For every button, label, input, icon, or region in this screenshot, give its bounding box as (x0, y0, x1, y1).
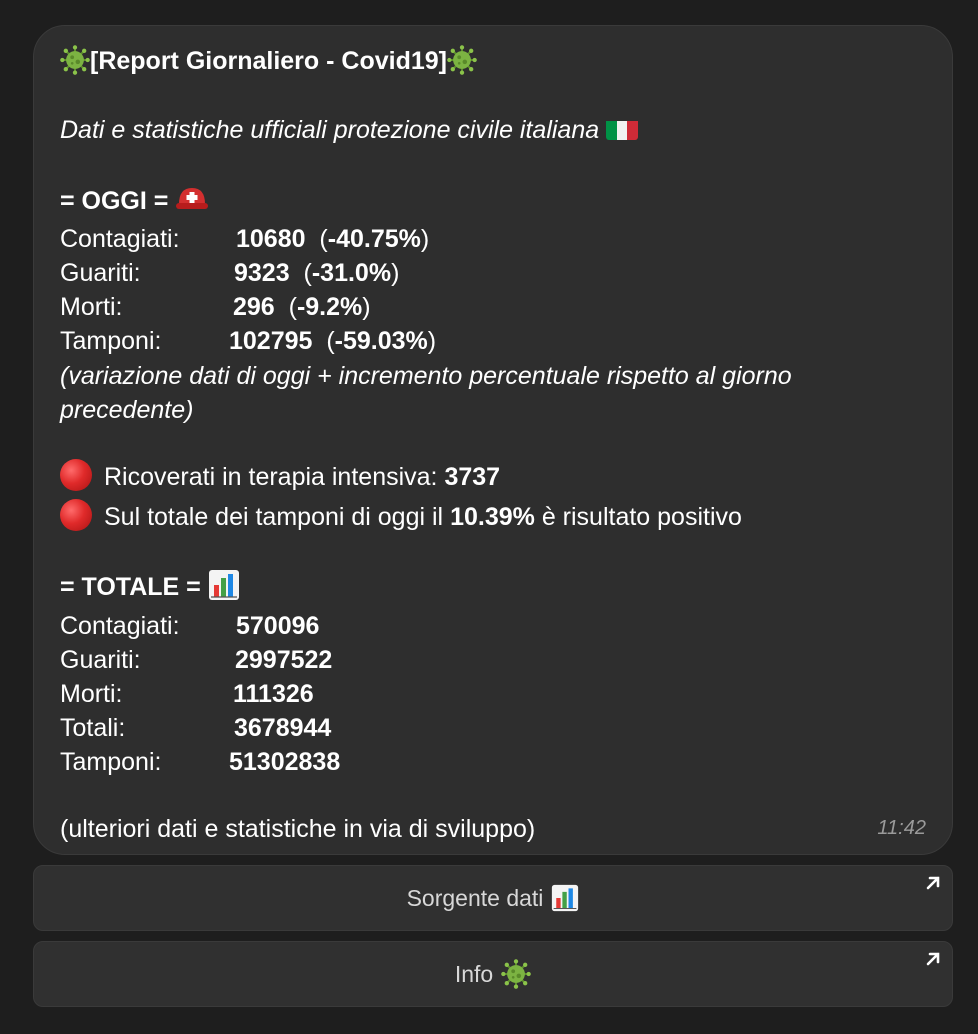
total-guariti-label: Guariti: (60, 646, 141, 674)
total-morti-label: Morti: (60, 680, 123, 708)
external-arrow-icon (926, 876, 940, 890)
note-line-2: precedente) (60, 396, 194, 424)
subtitle-line: Dati e statistiche ufficiali protezione … (60, 113, 639, 147)
today-header-line: = OGGI = (60, 184, 209, 218)
today-morti-value: 296 (-9.2%) (233, 293, 371, 321)
info-button[interactable]: Info (33, 941, 953, 1007)
note-line-1: (variazione dati di oggi + incremento pe… (60, 362, 792, 390)
total-header: = TOTALE = (60, 573, 201, 601)
today-contagiati-label: Contagiati: (60, 225, 180, 253)
message-timestamp: 11:42 (877, 817, 926, 839)
external-arrow-icon (926, 952, 940, 966)
virus-icon (501, 959, 531, 989)
subtitle: Dati e statistiche ufficiali protezione … (60, 116, 600, 144)
icu-value: 3737 (444, 463, 501, 491)
total-tamponi-label: Tamponi: (60, 748, 162, 776)
bar-chart-icon (551, 884, 579, 912)
red-circle-icon (60, 499, 92, 531)
report-title: [Report Giornaliero - Covid19] (90, 47, 447, 75)
info-label: Info (454, 960, 494, 987)
icu-line: Ricoverati in terapia intensiva: 3737 (60, 459, 500, 494)
total-contagiati-label: Contagiati: (60, 612, 180, 640)
positive-prefix: Sul totale dei tamponi di oggi il (104, 503, 444, 531)
positive-suffix: è risultato positivo (541, 503, 742, 531)
source-data-button[interactable]: Sorgente dati (33, 865, 953, 931)
rescue-helmet-icon (176, 188, 209, 209)
source-data-label: Sorgente dati (406, 884, 544, 911)
today-guariti-label: Guariti: (60, 259, 141, 287)
today-header: = OGGI = (60, 187, 169, 215)
total-guariti-value: 2997522 (235, 646, 333, 674)
today-contagiati-value: 10680 (-40.75%) (236, 225, 430, 253)
today-morti-label: Morti: (60, 293, 123, 321)
total-tamponi-value: 51302838 (229, 748, 341, 776)
total-totali-value: 3678944 (234, 714, 332, 742)
total-contagiati-value: 570096 (236, 612, 320, 640)
positive-value: 10.39% (450, 503, 535, 531)
italy-flag-icon (606, 118, 639, 140)
virus-icon (447, 45, 477, 75)
icu-label: Ricoverati in terapia intensiva: (104, 463, 438, 491)
red-circle-icon (60, 459, 92, 491)
footer-note: (ulteriori dati e statistiche in via di … (60, 815, 536, 843)
positive-line: Sul totale dei tamponi di oggi il 10.39%… (60, 499, 742, 534)
today-tamponi-label: Tamponi: (60, 327, 162, 355)
total-totali-label: Totali: (60, 714, 126, 742)
message-bubble: [Report Giornaliero - Covid19] Dati e st… (33, 25, 953, 855)
bar-chart-icon (208, 569, 240, 601)
virus-icon (60, 45, 90, 75)
today-tamponi-value: 102795 (-59.03%) (229, 327, 437, 355)
total-morti-value: 111326 (233, 680, 314, 708)
total-header-line: = TOTALE = (60, 569, 240, 604)
today-guariti-value: 9323 (-31.0%) (234, 259, 400, 287)
report-title-line: [Report Giornaliero - Covid19] (60, 44, 477, 78)
